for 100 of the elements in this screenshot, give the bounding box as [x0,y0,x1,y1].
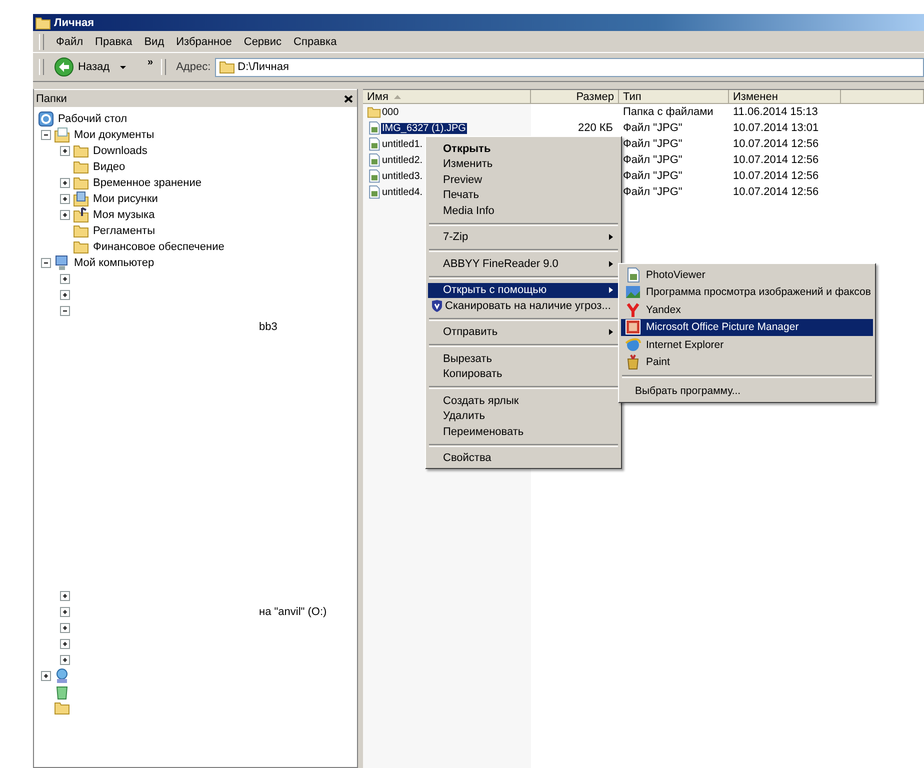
tree-item[interactable]: Мои документы [74,129,154,141]
menu-item[interactable]: Сервис [238,36,288,48]
expand-icon[interactable] [60,639,70,649]
tree-item[interactable]: Downloads [93,145,148,157]
modified-date: 10.07.2014 12:56 [733,154,819,166]
collapse-icon[interactable] [41,258,51,268]
expand-icon[interactable] [60,607,70,617]
menu-item[interactable]: Открыть [428,141,619,156]
menu-item[interactable]: Переименовать [428,424,619,440]
menu-item[interactable]: Вид [138,36,170,48]
collapse-icon[interactable] [60,306,70,316]
image-file-icon [367,121,381,135]
menu-item[interactable]: Paint [621,354,873,371]
expand-icon[interactable] [60,274,70,284]
file-name[interactable]: untitled1. [381,138,424,150]
tree-item[interactable]: Рабочий стол [58,113,128,125]
menu-item[interactable]: Печать [428,188,619,203]
expand-icon[interactable] [60,290,70,300]
menu-item[interactable]: Правка [89,36,138,48]
menu-item[interactable]: Изменить [428,156,619,172]
menu-item[interactable]: Сканировать на наличие угроз... [428,298,619,314]
tree-item[interactable]: Мой компьютер [74,257,154,269]
landscape-icon [625,284,641,300]
image-file-icon [367,153,381,167]
tree-item[interactable]: Мои рисунки [93,193,158,205]
menu-item[interactable]: Microsoft Office Picture Manager [621,318,873,336]
menu-item[interactable]: Media Info [428,203,619,218]
menu-item[interactable]: PhotoViewer [621,266,873,284]
expand-icon[interactable] [60,178,70,188]
menu-item[interactable]: Избранное [170,36,238,48]
file-name[interactable]: 000 [381,106,400,118]
file-size: 220 КБ [578,122,613,134]
y-logo-icon [625,302,641,318]
menu-item[interactable]: Preview [428,172,619,188]
file-name[interactable]: IMG_6327 (1).JPG [381,122,467,134]
image-file-icon [367,185,381,199]
expand-icon[interactable] [60,591,70,601]
pictures-folder-icon [73,191,89,207]
modified-date: 11.06.2014 15:13 [733,106,818,118]
menu-item[interactable]: Справка [288,36,343,48]
file-type: Файл "JPG" [623,154,682,166]
column-header[interactable]: Изменен [729,90,841,104]
computer-icon [54,255,70,271]
menu-item[interactable]: Удалить [428,408,619,424]
menu-item[interactable]: Программа просмотра изображений и факсов [621,284,873,301]
network-icon [54,668,70,684]
column-header[interactable]: Тип [619,90,729,104]
folder-icon [73,224,89,238]
tree-item[interactable]: Видео [93,161,126,173]
image-file-icon [367,169,381,183]
menu-item[interactable]: Открыть с помощью [428,282,619,298]
file-type: Файл "JPG" [623,186,682,198]
back-button[interactable]: Назад [50,55,130,79]
submenu-arrow-icon [609,260,613,267]
file-name[interactable]: untitled3. [381,170,424,182]
menu-item[interactable]: Свойства [428,450,619,466]
file-name[interactable]: untitled2. [381,154,424,166]
expand-icon[interactable] [60,146,70,156]
expand-icon[interactable] [60,623,70,633]
menu-item[interactable]: Yandex [621,301,873,318]
folder-icon [35,16,51,30]
drive-label: на "anvil" (O:) [259,606,327,618]
tree-item[interactable]: Временное зранение [93,177,202,189]
menu-item[interactable]: Выбрать программу... [621,382,873,400]
expand-icon[interactable] [60,194,70,204]
expand-icon[interactable] [60,210,70,220]
picture-manager-icon [625,319,641,336]
menu-item[interactable]: Internet Explorer [621,336,873,354]
toolbar-overflow-button[interactable]: » [148,57,154,68]
tree-item[interactable]: Финансовое обеспечение [93,241,224,253]
address-text: D:\Личная [238,61,289,73]
menu-item[interactable]: Файл [50,36,90,48]
close-icon[interactable] [344,94,353,102]
file-name[interactable]: untitled4. [381,186,424,198]
collapse-icon[interactable] [41,130,51,140]
window-title: Личная [54,16,94,28]
address-field[interactable]: D:\Личная [214,58,924,76]
menu-item[interactable]: ABBYY FineReader 9.0 [428,256,619,272]
modified-date: 10.07.2014 12:56 [733,170,819,182]
column-header[interactable]: Имя [363,90,531,104]
desktop-icon [38,111,54,127]
expand-icon[interactable] [41,671,51,681]
menu-item[interactable]: Создать ярлык [428,393,619,408]
menu-item[interactable]: Вырезать [428,351,619,366]
folder-icon [73,144,89,158]
expand-icon[interactable] [60,655,70,665]
paint-cup-icon [625,354,641,370]
folder-icon [73,240,89,254]
column-header[interactable]: Размер [531,90,619,104]
file-type: Папка с файлами [623,106,714,118]
image-file-icon [367,137,381,151]
folder-icon [54,701,70,715]
caret-icon [120,66,126,72]
tree-item[interactable]: Регламенты [93,225,155,237]
tree-item[interactable]: Моя музыка [93,209,155,221]
modified-date: 10.07.2014 13:01 [733,122,819,134]
submenu-arrow-icon [609,329,613,336]
menu-item[interactable]: 7-Zip [428,230,619,245]
menu-item[interactable]: Отправить [428,324,619,340]
menu-item[interactable]: Копировать [428,366,619,382]
